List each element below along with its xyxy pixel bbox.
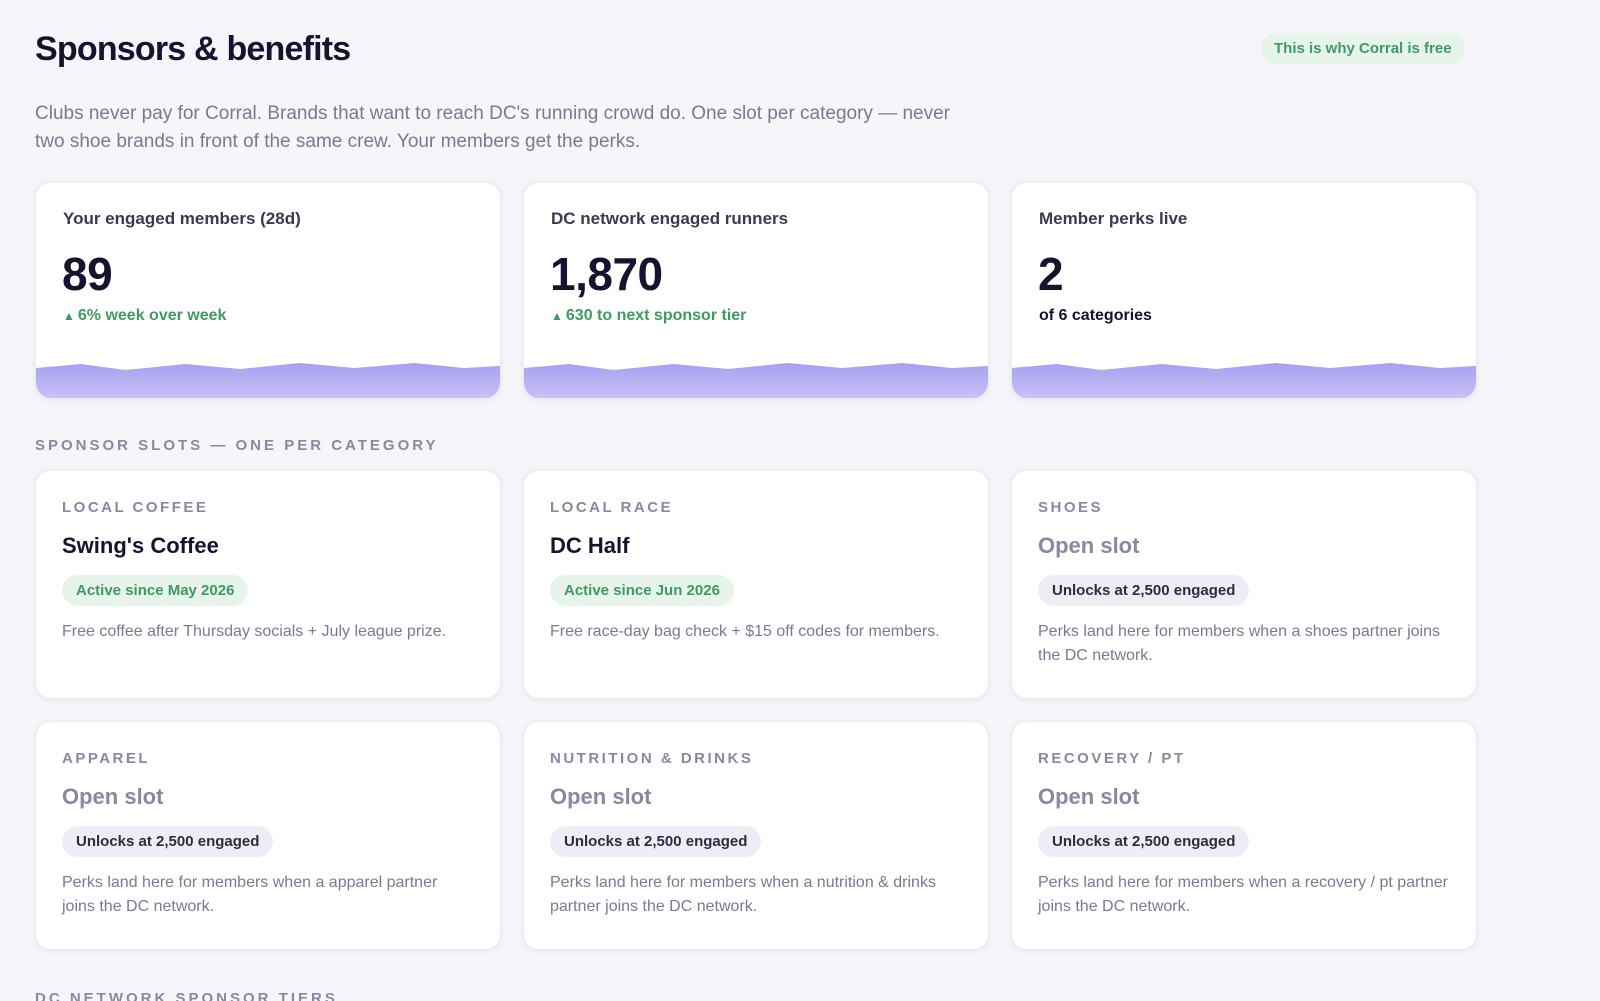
slot-card-apparel[interactable]: Apparel Open slot Unlocks at 2,500 engag… [35, 721, 501, 950]
triangle-up-icon: ▲ [63, 309, 75, 323]
slot-sponsor-name: Open slot [62, 784, 164, 809]
stat-card-network-runners: DC network engaged runners 1,870 ▲ 630 to… [523, 182, 989, 399]
slot-sponsor-name: Open slot [1038, 533, 1140, 558]
slot-card-shoes[interactable]: Shoes Open slot Unlocks at 2,500 engaged… [1011, 470, 1477, 699]
slot-description: Free race-day bag check + $15 off codes … [550, 623, 940, 640]
stat-card-perks-live: Member perks live 2 of 6 categories [1011, 182, 1477, 399]
free-badge: This is why Corral is free [1261, 33, 1465, 64]
slot-description: Perks land here for members when a recov… [1038, 874, 1448, 915]
slot-description: Perks land here for members when a appar… [62, 874, 438, 915]
unlock-badge: Unlocks at 2,500 engaged [1038, 575, 1250, 606]
slot-category: Shoes [1038, 499, 1104, 516]
section-label-sponsor-slots: Sponsor slots — one per category [35, 437, 439, 454]
stat-card-engaged-members: Your engaged members (28d) 89 ▲ 6% week o… [35, 182, 501, 399]
stat-value: 1,870 [550, 248, 663, 300]
slot-category: Nutrition & drinks [550, 750, 754, 767]
status-badge: Active since May 2026 [62, 575, 249, 606]
slot-category: Recovery / PT [1038, 750, 1186, 767]
triangle-up-icon: ▲ [551, 309, 563, 323]
unlock-badge: Unlocks at 2,500 engaged [62, 826, 274, 857]
slot-category: Local race [550, 499, 674, 516]
slot-category: Local coffee [62, 499, 209, 516]
slot-sponsor-name: DC Half [550, 533, 630, 558]
section-label-sponsor-tiers: DC network sponsor tiers [35, 990, 338, 1001]
sparkline-wave [36, 363, 500, 398]
slot-description: Perks land here for members when a shoes… [1038, 623, 1440, 664]
stat-value: 2 [1038, 248, 1064, 300]
stat-label: DC network engaged runners [551, 209, 789, 228]
unlock-badge: Unlocks at 2,500 engaged [550, 826, 762, 857]
stats-row: Your engaged members (28d) 89 ▲ 6% week o… [35, 182, 1479, 399]
slot-description: Perks land here for members when a nutri… [550, 874, 936, 915]
sponsors-page: Sponsors & benefits This is why Corral i… [0, 0, 1600, 1001]
slot-sponsor-name: Open slot [1038, 784, 1140, 809]
stat-sub-text: 630 to next sponsor tier [565, 307, 747, 324]
slot-description: Free coffee after Thursday socials + Jul… [62, 623, 447, 640]
intro-text: Clubs never pay for Corral. Brands that … [35, 103, 951, 152]
stat-sub: ▲ 630 to next sponsor tier [551, 307, 746, 325]
page-header: Sponsors & benefits This is why Corral i… [35, 0, 1565, 100]
slot-sponsor-name: Swing's Coffee [62, 533, 219, 558]
stat-sub-text: of 6 categories [1039, 307, 1152, 324]
slot-card-nutrition-drinks[interactable]: Nutrition & drinks Open slot Unlocks at … [523, 721, 989, 950]
slot-card-local-race[interactable]: Local race DC Half Active since Jun 2026… [523, 470, 989, 699]
stat-label: Your engaged members (28d) [63, 209, 301, 228]
slot-category: Apparel [62, 750, 151, 767]
stat-sub: ▲ 6% week over week [63, 307, 226, 325]
unlock-badge: Unlocks at 2,500 engaged [1038, 826, 1250, 857]
stat-sub-text: 6% week over week [77, 307, 227, 324]
sponsor-slots-grid: Local coffee Swing's Coffee Active since… [35, 470, 1565, 950]
slot-sponsor-name: Open slot [550, 784, 652, 809]
page-title: Sponsors & benefits [35, 30, 351, 68]
slot-card-local-coffee[interactable]: Local coffee Swing's Coffee Active since… [35, 470, 501, 699]
status-badge: Active since Jun 2026 [550, 575, 734, 606]
stat-label: Member perks live [1039, 209, 1188, 228]
slot-card-recovery-pt[interactable]: Recovery / PT Open slot Unlocks at 2,500… [1011, 721, 1477, 950]
sparkline-wave [524, 363, 988, 398]
sparkline-wave [1012, 363, 1476, 398]
stat-value: 89 [62, 248, 113, 300]
